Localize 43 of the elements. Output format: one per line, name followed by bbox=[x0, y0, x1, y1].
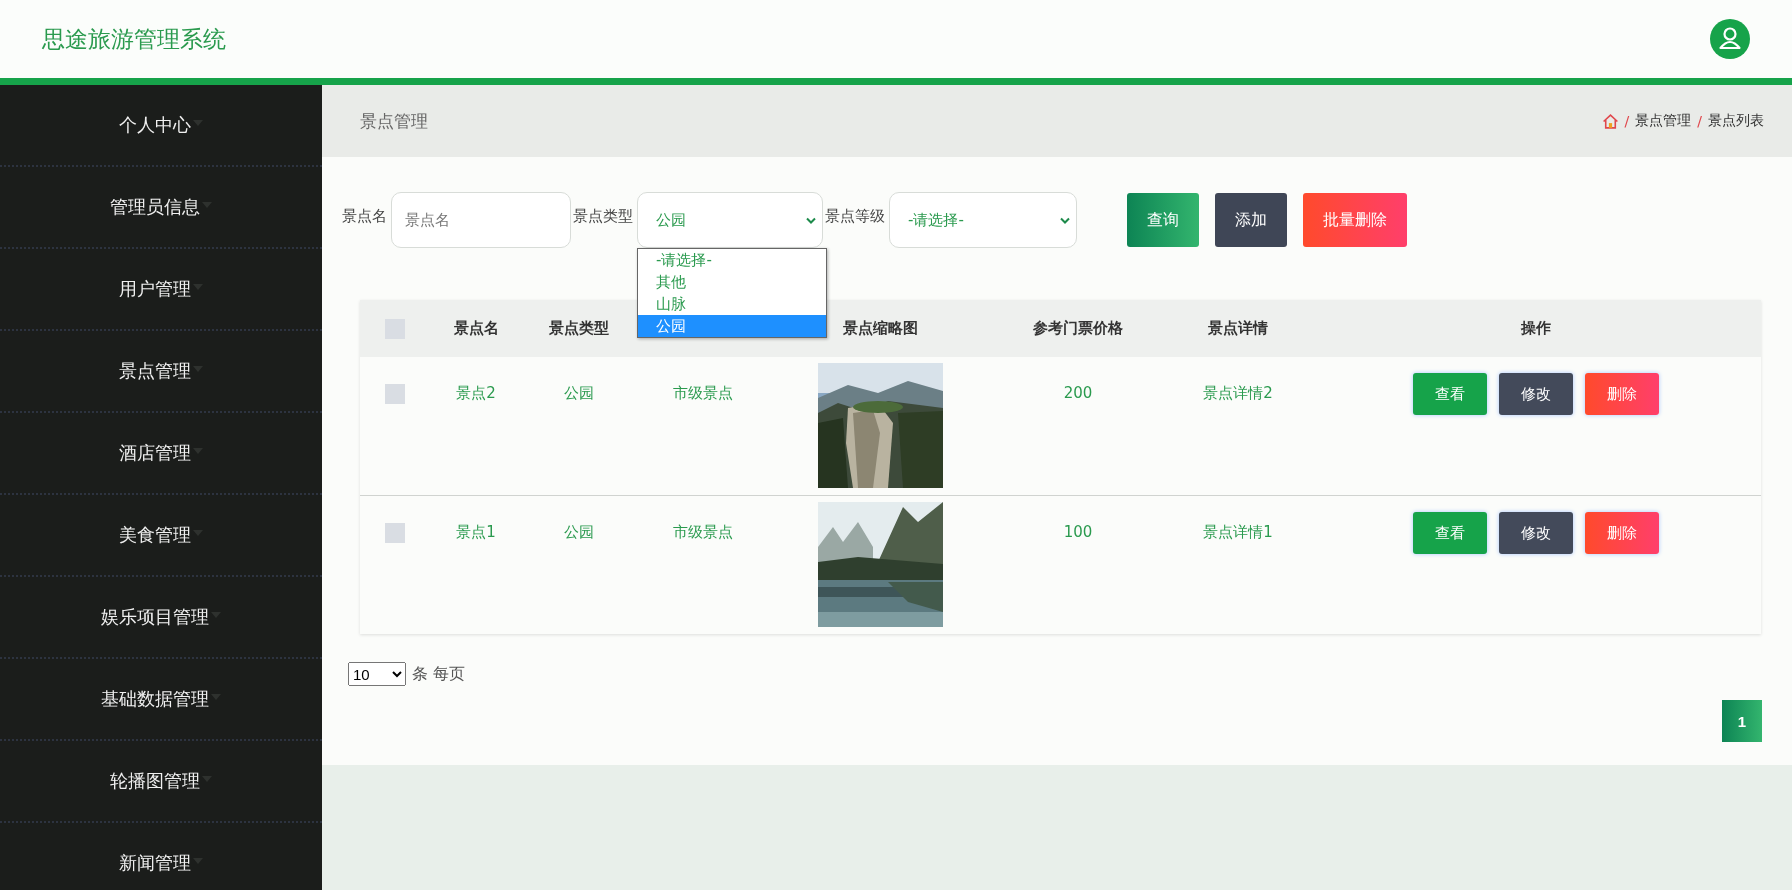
column-header: 景点类型 bbox=[548, 319, 610, 338]
breadcrumb-item[interactable]: 景点列表 bbox=[1708, 112, 1764, 130]
column-header: 景点缩略图 bbox=[841, 319, 919, 338]
chevron-icon bbox=[806, 216, 816, 224]
row-checkbox[interactable] bbox=[385, 523, 405, 543]
page-size-label: 条 每页 bbox=[412, 663, 466, 685]
table-cell-text: 景点1 bbox=[455, 522, 497, 542]
table-cell-text: 200 bbox=[1062, 383, 1094, 402]
table-cell-text: 景点2 bbox=[455, 383, 497, 403]
type-select[interactable]: 公园 bbox=[637, 192, 823, 248]
breadcrumb-separator: / bbox=[1697, 113, 1702, 129]
dropdown-option[interactable]: 山脉 bbox=[638, 293, 826, 315]
column-header: 景点详情 bbox=[1207, 319, 1269, 338]
page-title: 景点管理 bbox=[360, 109, 428, 133]
table-cell-text: 市级景点 bbox=[672, 383, 734, 403]
table-cell-text: 公园 bbox=[563, 522, 595, 542]
table-cell-text: 市级景点 bbox=[672, 522, 734, 542]
breadcrumb-item[interactable]: 景点管理 bbox=[1635, 112, 1692, 130]
home-icon[interactable] bbox=[1601, 112, 1619, 130]
user-avatar-icon[interactable] bbox=[1710, 19, 1750, 59]
column-header: 景点名 bbox=[452, 319, 500, 338]
name-search-field[interactable]: 景点名 bbox=[391, 192, 571, 248]
row-checkbox[interactable] bbox=[385, 384, 405, 404]
dropdown-option[interactable]: 其他 bbox=[638, 271, 826, 293]
table-cell-text: 公园 bbox=[563, 383, 595, 403]
page-size-select[interactable]: 10 bbox=[348, 662, 406, 686]
table-cell-text: 景点详情1 bbox=[1202, 522, 1274, 542]
edit-button[interactable]: 修改 bbox=[1498, 373, 1573, 415]
table-cell-text: 景点详情2 bbox=[1202, 383, 1274, 403]
level-select[interactable]: -请选择- bbox=[889, 192, 1077, 248]
breadcrumb-separator: / bbox=[1624, 113, 1630, 129]
app-title: 思途旅游管理系统 bbox=[42, 24, 226, 54]
add-button[interactable]: 添加 bbox=[1215, 193, 1287, 247]
chevron-icon bbox=[1060, 216, 1070, 224]
filter-label: 景点名 bbox=[342, 206, 387, 226]
table-cell-text: 100 bbox=[1062, 522, 1094, 541]
filter-label: 景点类型 bbox=[573, 206, 633, 226]
column-header: 操作 bbox=[1519, 319, 1552, 338]
search-button[interactable]: 查询 bbox=[1127, 193, 1199, 247]
column-header: 参考门票价格 bbox=[1032, 319, 1124, 338]
edit-button[interactable]: 修改 bbox=[1498, 512, 1573, 554]
filter-label: 景点等级 bbox=[825, 206, 885, 226]
dropdown-option[interactable]: -请选择- bbox=[638, 249, 826, 271]
